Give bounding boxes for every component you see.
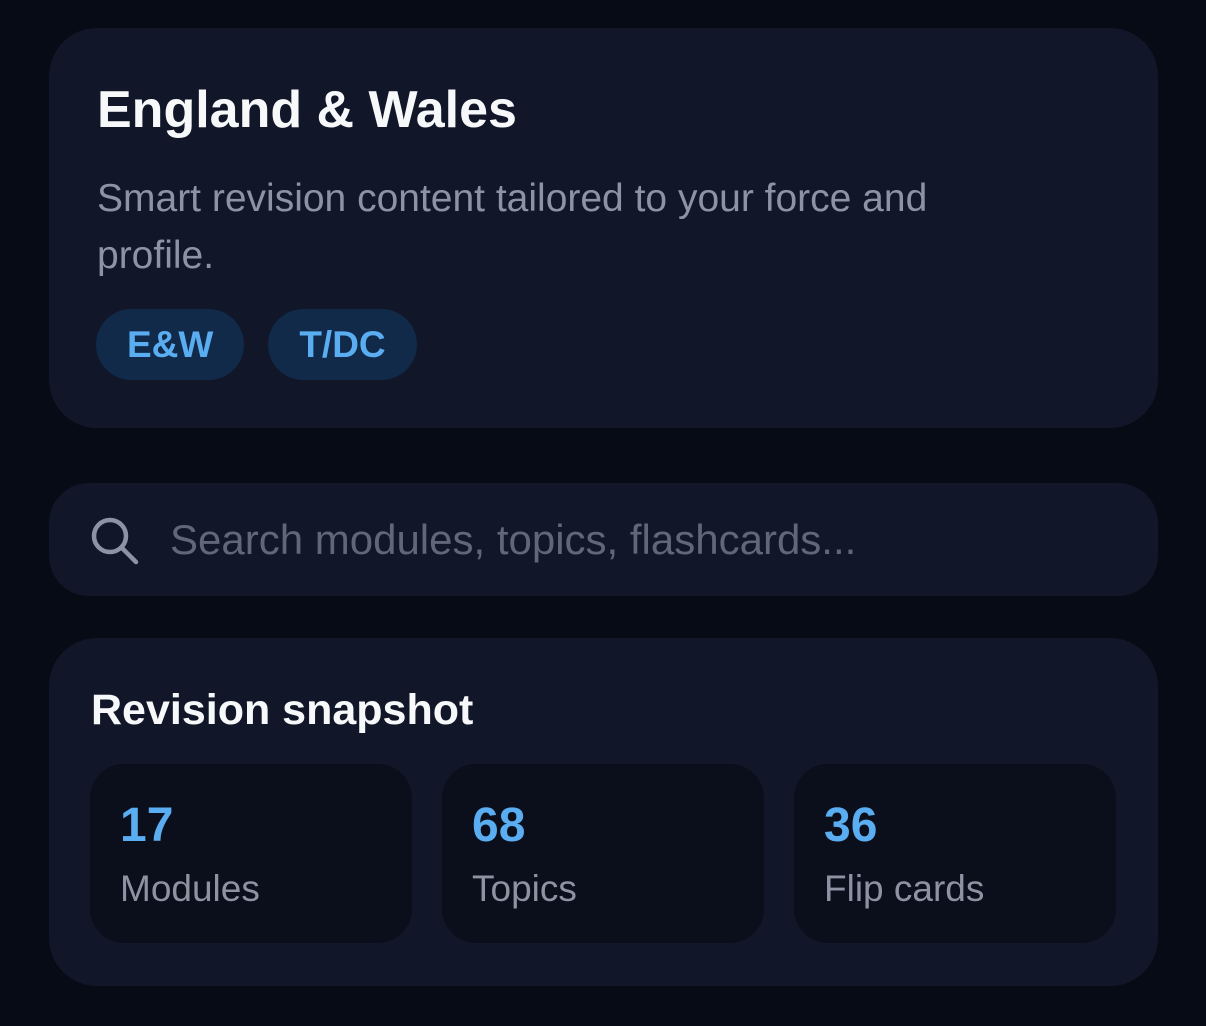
- stat-value: 36: [824, 799, 878, 852]
- revision-snapshot-card: Revision snapshot 17 Modules 68 Topics 3…: [49, 638, 1158, 986]
- page-title: England & Wales: [97, 81, 517, 139]
- stat-tile-modules[interactable]: 17 Modules: [90, 764, 412, 943]
- stat-label: Flip cards: [824, 868, 985, 909]
- role-chip-tdc[interactable]: T/DC: [268, 309, 417, 380]
- region-chip-ew[interactable]: E&W: [96, 309, 245, 380]
- chip-row: E&W T/DC: [96, 309, 417, 380]
- snapshot-title: Revision snapshot: [91, 686, 474, 734]
- stat-tile-topics[interactable]: 68 Topics: [442, 764, 764, 943]
- search-input[interactable]: [170, 506, 1110, 574]
- stat-label: Modules: [120, 868, 260, 909]
- stat-tile-flip-cards[interactable]: 36 Flip cards: [794, 764, 1116, 943]
- stat-value: 17: [120, 799, 174, 852]
- search-icon: [91, 517, 139, 565]
- stat-label: Topics: [472, 868, 577, 909]
- page: England & Wales Smart revision content t…: [0, 0, 1206, 1026]
- page-subtitle: Smart revision content tailored to your …: [97, 177, 928, 277]
- region-header-card: England & Wales Smart revision content t…: [49, 28, 1158, 428]
- stat-value: 68: [472, 799, 526, 852]
